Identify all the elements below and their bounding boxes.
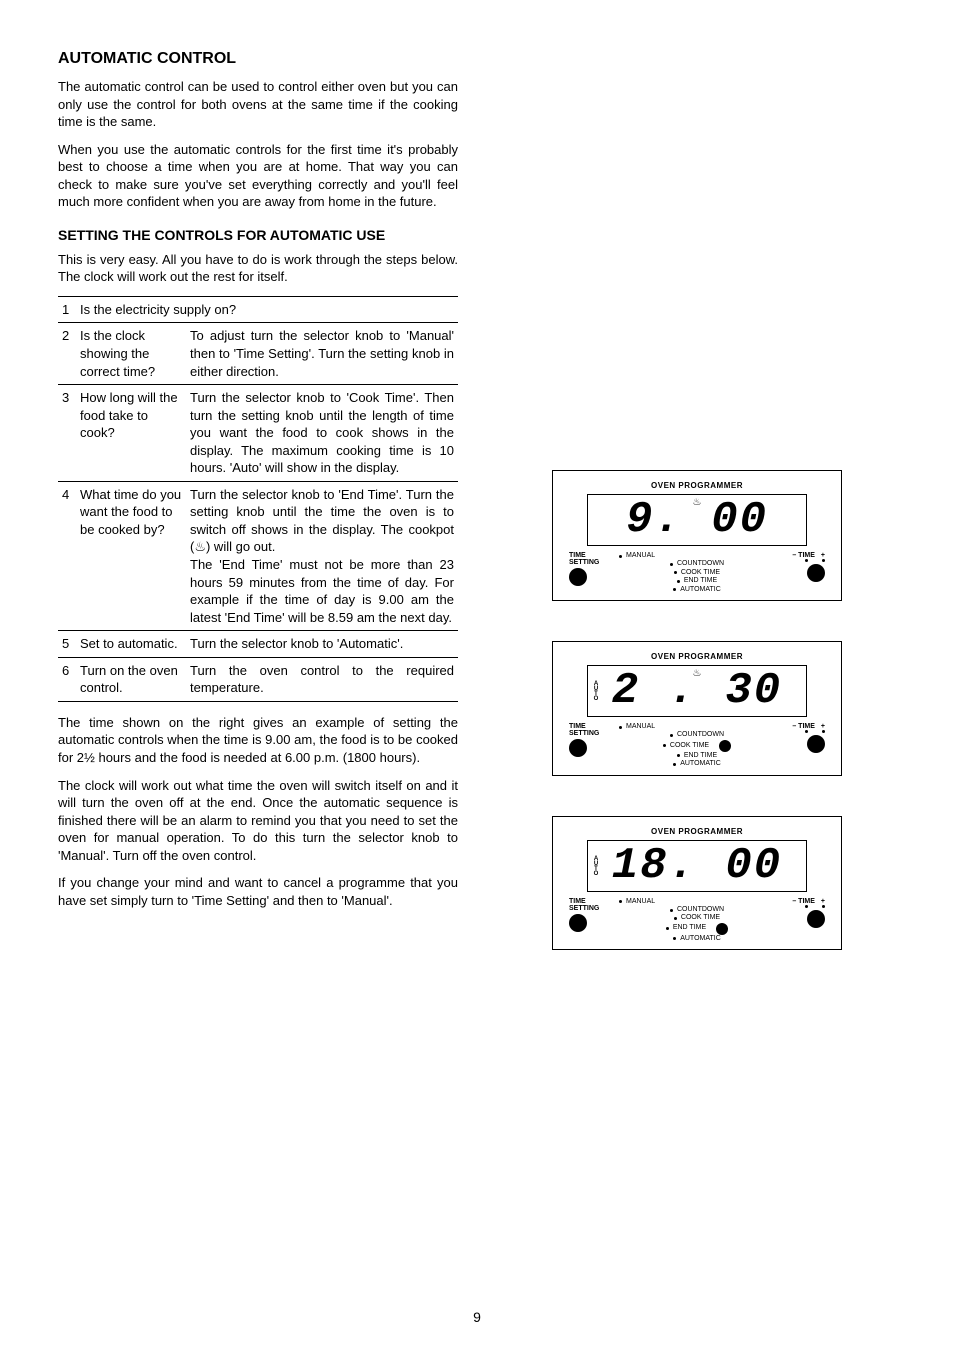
time-minus-label: – TIME xyxy=(792,552,815,559)
display-digits: 18. 00 xyxy=(612,841,782,891)
step-question: What time do you want the food to be coo… xyxy=(76,481,186,630)
mode-manual: MANUAL xyxy=(626,898,655,906)
time-plus-label: + xyxy=(821,898,825,905)
knob-row: TIME SETTING MANUAL COUNTDOWN COOK TIME … xyxy=(563,717,831,769)
right-knob-icon xyxy=(807,910,825,928)
step-question: Turn on the oven control. xyxy=(76,657,186,701)
time-setting-label-1: TIME xyxy=(569,723,586,730)
mode-countdown: COUNTDOWN xyxy=(677,906,724,914)
mode-labels: MANUAL COUNTDOWN COOK TIME END TIME AUTO… xyxy=(619,552,775,594)
selector-indicator-icon xyxy=(716,923,728,935)
step-answer: To adjust turn the selector knob to 'Man… xyxy=(186,323,458,385)
display-box: AUTO 18. 00 xyxy=(587,840,807,892)
knob-row: TIME SETTING MANUAL COUNTDOWN COOK TIME … xyxy=(563,546,831,594)
mode-labels: MANUAL COUNTDOWN COOK TIME END TIME AUTO… xyxy=(619,723,775,769)
time-setting-label-2: SETTING xyxy=(569,730,599,737)
step-num: 6 xyxy=(58,657,76,701)
step-question: How long will the food take to cook? xyxy=(76,385,186,482)
mode-endtime: END TIME xyxy=(673,924,706,932)
panel-title: OVEN PROGRAMMER xyxy=(563,481,831,490)
step-row-4: 4 What time do you want the food to be c… xyxy=(58,481,458,630)
mode-automatic: AUTOMATIC xyxy=(680,760,721,768)
step-row-2: 2 Is the clock showing the correct time?… xyxy=(58,323,458,385)
step-row-3: 3 How long will the food take to cook? T… xyxy=(58,385,458,482)
mode-automatic: AUTOMATIC xyxy=(680,586,721,594)
cookpot-icon: ♨ xyxy=(693,497,702,508)
left-knob-icon xyxy=(569,914,587,932)
step-num: 5 xyxy=(58,631,76,658)
step-answer: Turn the selector knob to 'End Time'. Tu… xyxy=(186,481,458,630)
intro-para-3: This is very easy. All you have to do is… xyxy=(58,251,458,286)
mode-automatic: AUTOMATIC xyxy=(680,935,721,943)
step-num: 4 xyxy=(58,481,76,630)
step-num: 2 xyxy=(58,323,76,385)
right-knob-icon xyxy=(807,735,825,753)
programmer-panel-2: OVEN PROGRAMMER AUTO ♨ 2 . 30 TIME SETTI… xyxy=(552,641,842,776)
time-setting-label-2: SETTING xyxy=(569,559,599,566)
step-question: Is the clock showing the correct time? xyxy=(76,323,186,385)
mode-cooktime: COOK TIME xyxy=(681,914,720,922)
mode-endtime: END TIME xyxy=(684,752,717,760)
panel-title: OVEN PROGRAMMER xyxy=(563,652,831,661)
heading-setting-controls: SETTING THE CONTROLS FOR AUTOMATIC USE xyxy=(58,227,458,243)
mode-manual: MANUAL xyxy=(626,723,655,731)
step-answer: Turn the selector knob to 'Cook Time'. T… xyxy=(186,385,458,482)
step-row-6: 6 Turn on the oven control. Turn the ove… xyxy=(58,657,458,701)
cookpot-icon: ♨ xyxy=(693,668,702,679)
knob-row: TIME SETTING MANUAL COUNTDOWN COOK TIME … xyxy=(563,892,831,944)
auto-strip: AUTO xyxy=(592,672,600,710)
step-question: Is the electricity supply on? xyxy=(76,296,458,323)
mode-cooktime: COOK TIME xyxy=(670,742,709,750)
programmer-panel-3: OVEN PROGRAMMER AUTO 18. 00 TIME SETTING… xyxy=(552,816,842,951)
left-knob-icon xyxy=(569,568,587,586)
clock-para: The clock will work out what time the ov… xyxy=(58,777,458,865)
panel-title: OVEN PROGRAMMER xyxy=(563,827,831,836)
mode-manual: MANUAL xyxy=(626,552,655,560)
step-num: 3 xyxy=(58,385,76,482)
cancel-para: If you change your mind and want to canc… xyxy=(58,874,458,909)
right-knob-icon xyxy=(807,564,825,582)
heading-automatic-control: AUTOMATIC CONTROL xyxy=(58,50,458,68)
selector-indicator-icon xyxy=(719,740,731,752)
mode-endtime: END TIME xyxy=(684,577,717,585)
left-knob-icon xyxy=(569,739,587,757)
display-box: ♨ 9. 00 xyxy=(587,494,807,546)
step-num: 1 xyxy=(58,296,76,323)
time-setting-label-1: TIME xyxy=(569,552,586,559)
display-box: AUTO ♨ 2 . 30 xyxy=(587,665,807,717)
intro-para-1: The automatic control can be used to con… xyxy=(58,78,458,131)
step-answer: Turn the oven control to the required te… xyxy=(186,657,458,701)
programmer-panel-1: OVEN PROGRAMMER ♨ 9. 00 TIME SETTING MAN… xyxy=(552,470,842,601)
example-para: The time shown on the right gives an exa… xyxy=(58,714,458,767)
time-setting-label-2: SETTING xyxy=(569,905,599,912)
step-row-5: 5 Set to automatic. Turn the selector kn… xyxy=(58,631,458,658)
mode-countdown: COUNTDOWN xyxy=(677,560,724,568)
step-answer: Turn the selector knob to 'Automatic'. xyxy=(186,631,458,658)
mode-countdown: COUNTDOWN xyxy=(677,731,724,739)
time-minus-label: – TIME xyxy=(792,723,815,730)
auto-strip: AUTO xyxy=(592,847,600,885)
time-plus-label: + xyxy=(821,552,825,559)
time-minus-label: – TIME xyxy=(792,898,815,905)
steps-table: 1 Is the electricity supply on? 2 Is the… xyxy=(58,296,458,702)
intro-para-2: When you use the automatic controls for … xyxy=(58,141,458,211)
step-question: Set to automatic. xyxy=(76,631,186,658)
mode-cooktime: COOK TIME xyxy=(681,569,720,577)
time-setting-label-1: TIME xyxy=(569,898,586,905)
mode-labels: MANUAL COUNTDOWN COOK TIME END TIME AUTO… xyxy=(619,898,775,944)
step-row-1: 1 Is the electricity supply on? xyxy=(58,296,458,323)
time-plus-label: + xyxy=(821,723,825,730)
page-number: 9 xyxy=(473,1309,481,1325)
